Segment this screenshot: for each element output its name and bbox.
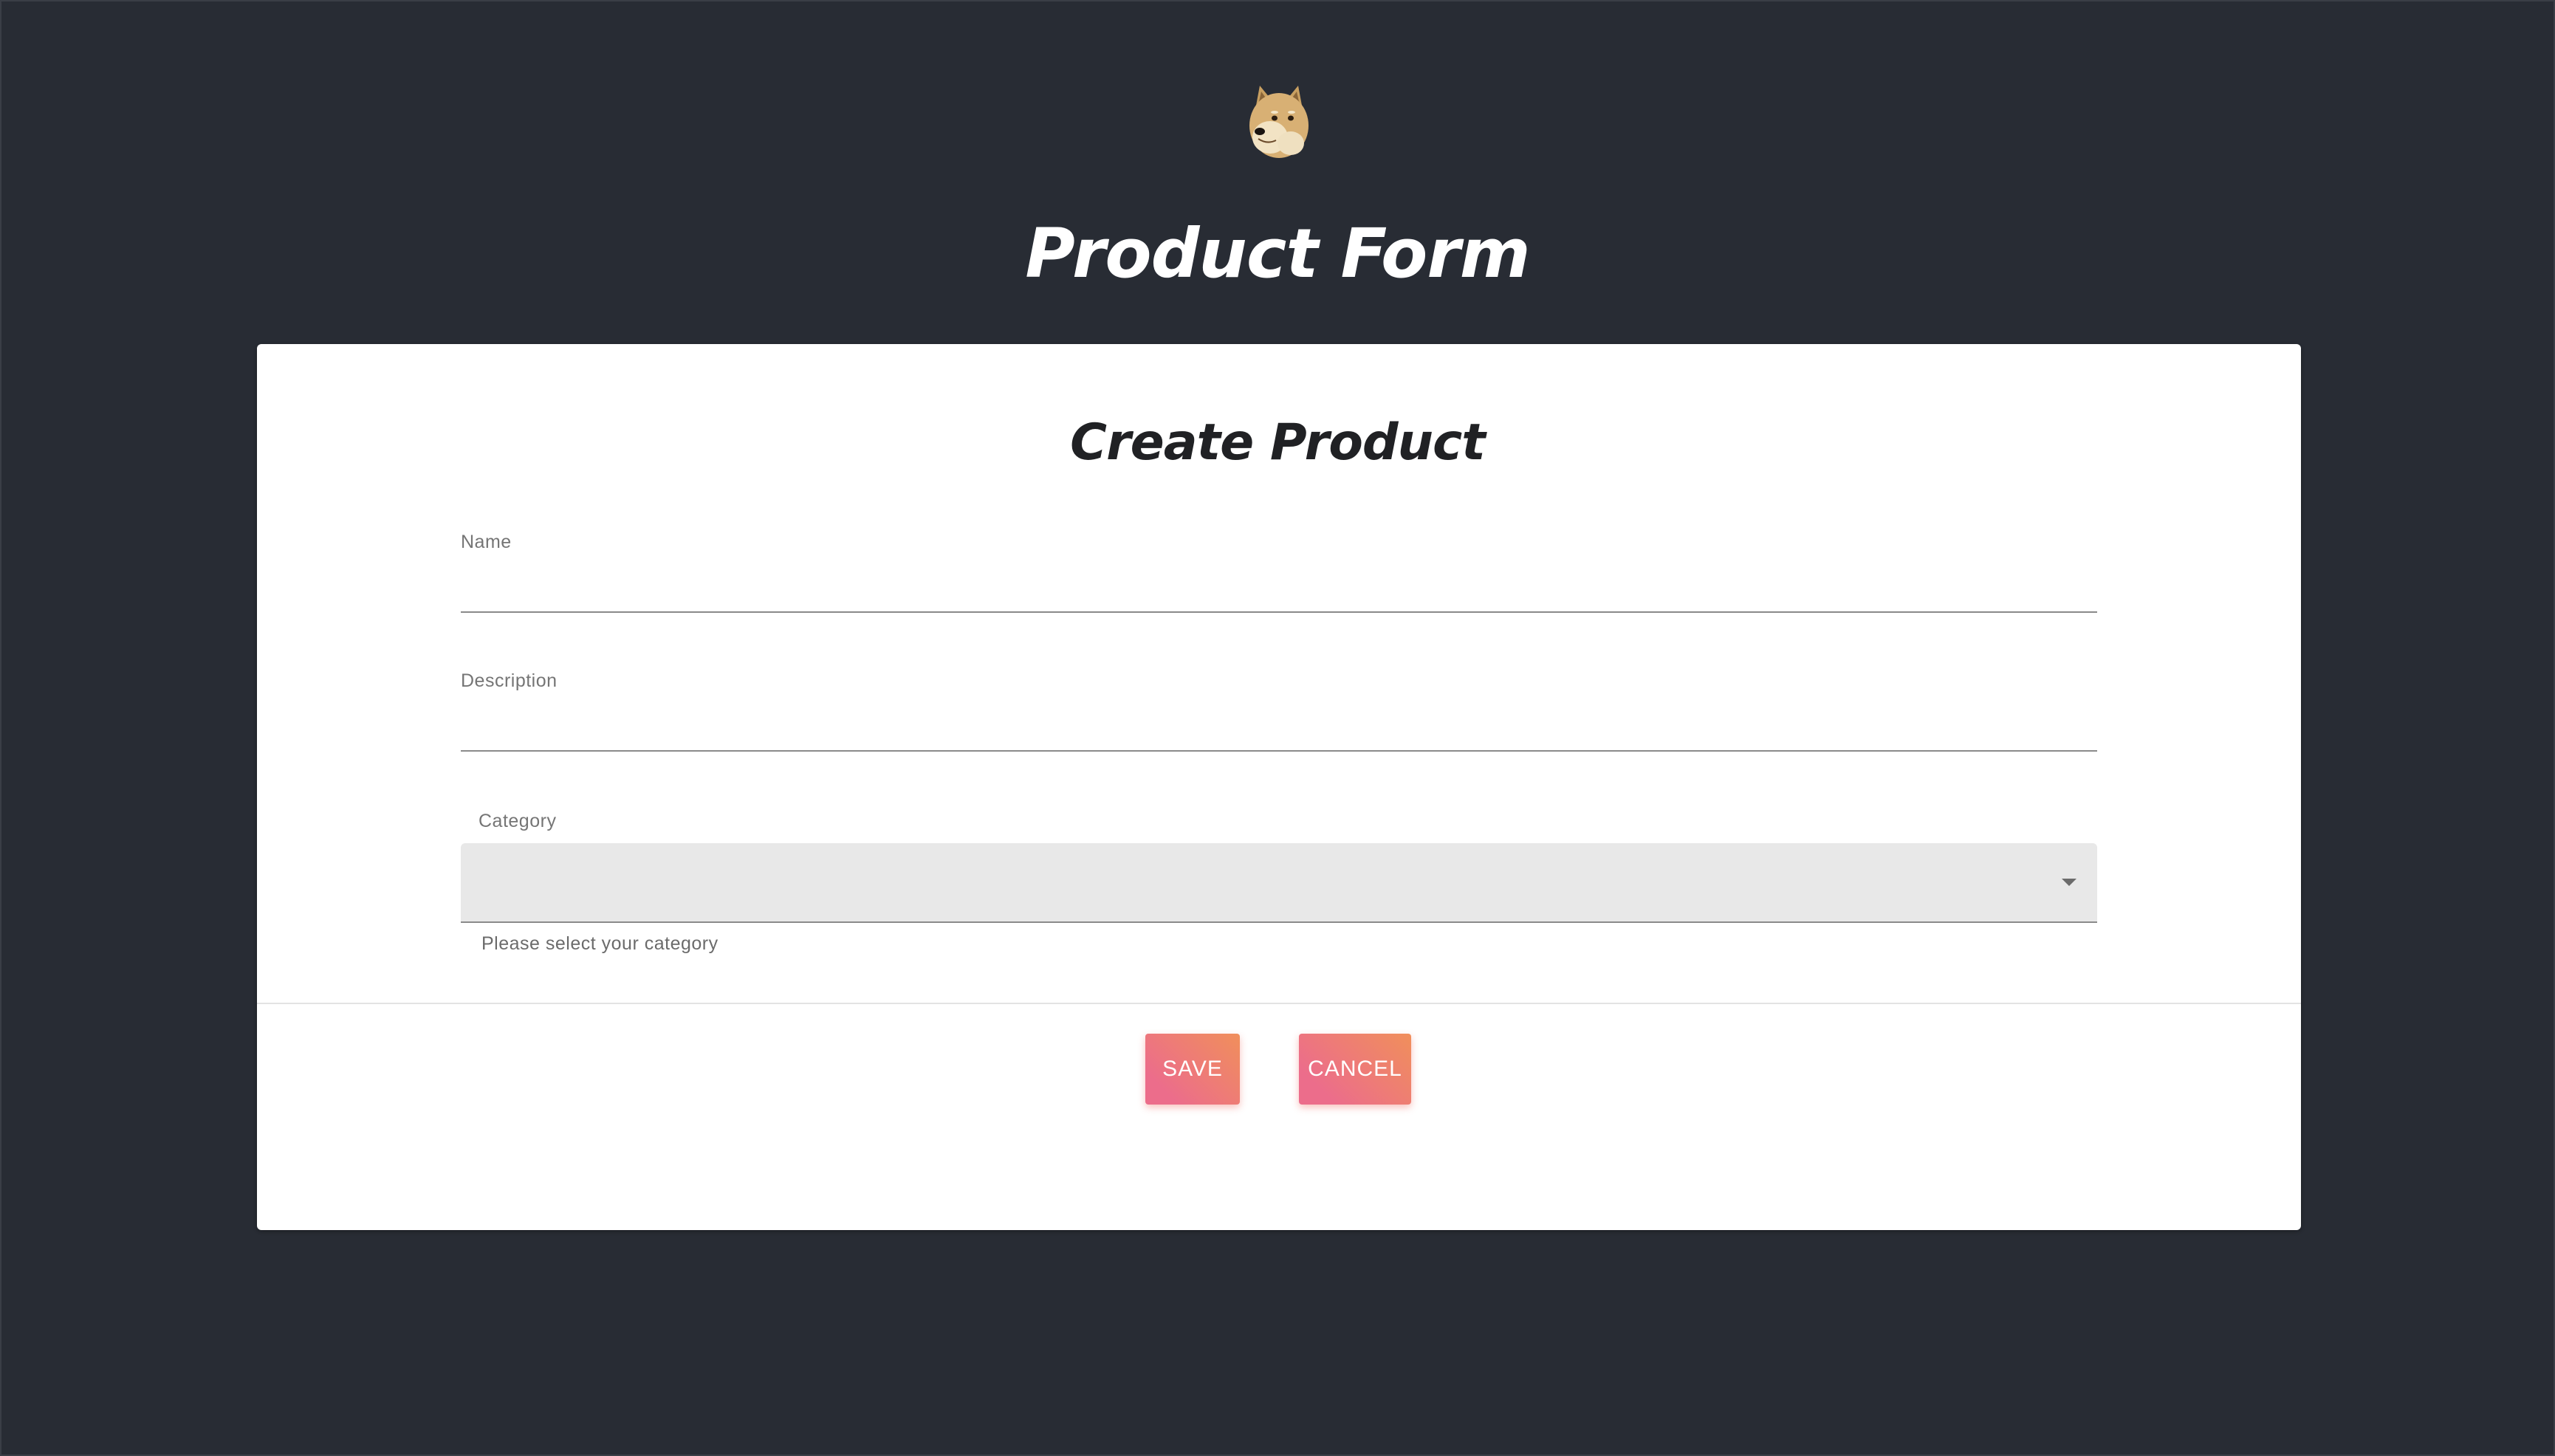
save-button[interactable]: SAVE: [1145, 1034, 1240, 1105]
page-title: Product Form: [1025, 214, 1530, 293]
doge-logo-icon: [1249, 86, 1309, 158]
cancel-button[interactable]: CANCEL: [1299, 1034, 1411, 1105]
description-field: Description: [461, 670, 2097, 759]
name-input[interactable]: [461, 561, 2097, 613]
chevron-down-icon[interactable]: [2062, 879, 2076, 886]
form-title: Create Product: [1070, 413, 1486, 472]
category-label: Category: [479, 811, 557, 831]
actions-divider: [257, 1003, 2301, 1004]
category-select[interactable]: [461, 843, 2097, 923]
name-label: Name: [461, 532, 512, 552]
category-field: Category Please select your category: [461, 811, 2097, 958]
app-frame: Product Form Create Product Name Descrip…: [0, 0, 2555, 1456]
description-label: Description: [461, 670, 558, 691]
description-input[interactable]: [461, 700, 2097, 752]
name-field: Name: [461, 532, 2097, 620]
category-helper-text: Please select your category: [481, 933, 719, 954]
